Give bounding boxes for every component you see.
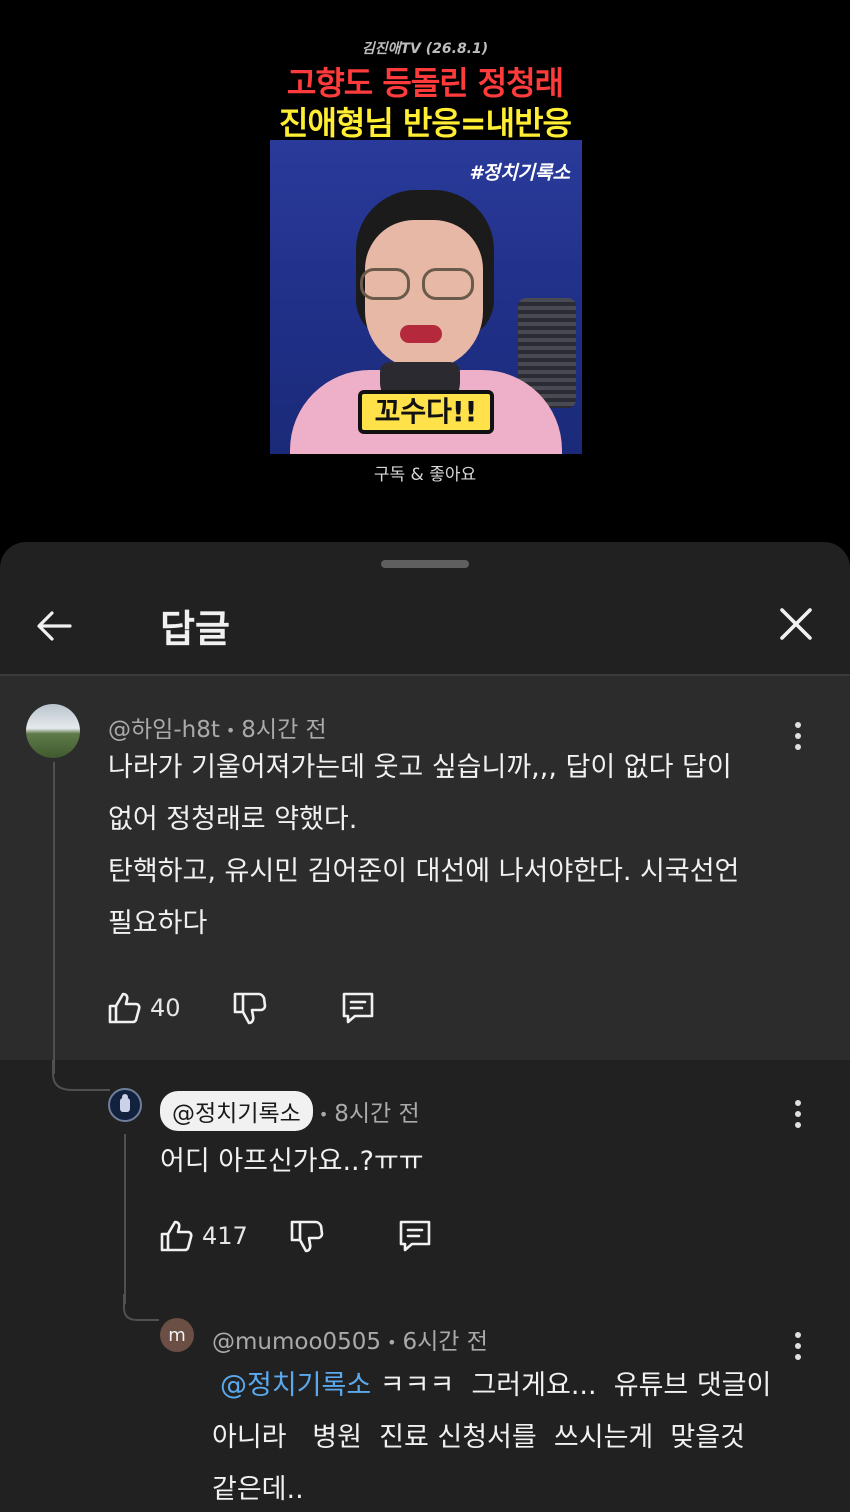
comment-text: @정치기록소 ㅋㅋㅋ 그러게요... 유튜브 댓글이 아니라 병원 진료 신청서…: [212, 1370, 772, 1505]
avatar[interactable]: m: [160, 1318, 194, 1352]
like-count: 40: [150, 994, 181, 1022]
avatar[interactable]: [26, 704, 80, 758]
avatar[interactable]: [108, 1088, 142, 1122]
dislike-button[interactable]: [288, 1218, 324, 1254]
more-vert-icon: [795, 1332, 801, 1338]
dislike-button[interactable]: [231, 990, 267, 1026]
reply-button[interactable]: [339, 989, 377, 1027]
more-vert-icon: [795, 722, 801, 728]
video-channel-tag: 김진애TV (26.8.1): [361, 41, 489, 57]
comment-time: 6시간 전: [402, 1329, 488, 1355]
mention-link[interactable]: @정치기록소: [220, 1370, 371, 1401]
video-hashtag: #정치기록소: [469, 162, 570, 184]
replies-sheet: 답글 @하임-h8t • 8시간 전 나라가 기울어져가는데 웃고 싶습니까,,, …: [0, 542, 850, 1512]
like-button[interactable]: 417: [158, 1218, 248, 1254]
thumb-down-icon: [233, 992, 266, 1025]
like-count: 417: [202, 1222, 248, 1250]
reply-button[interactable]: [396, 1217, 434, 1255]
video-headline-2: 진애형님 반응=내반응: [279, 104, 572, 142]
arrow-left-icon: [37, 611, 72, 641]
thread-connector: [52, 1060, 110, 1091]
back-button[interactable]: [28, 600, 80, 652]
comment-actions: 417: [158, 1216, 434, 1256]
avatar-letter: m: [168, 1324, 186, 1346]
comment-meta: @정치기록소 • 8시간 전: [160, 1091, 420, 1131]
thumb-down-icon: [290, 1220, 324, 1253]
video-caption: 꼬수다!!: [358, 390, 494, 434]
more-vert-icon: [795, 1100, 801, 1106]
thread-connector: [123, 1294, 159, 1321]
video-player[interactable]: 김진애TV (26.8.1) 고향도 등돌린 정청래 진애형님 반응=내반응 #…: [0, 0, 850, 540]
comment-menu-button[interactable]: [786, 1094, 810, 1134]
comment-meta: @mumoo0505 • 6시간 전: [212, 1329, 488, 1355]
comment-actions: 40: [106, 988, 377, 1028]
close-button[interactable]: [770, 598, 822, 650]
close-icon: [780, 608, 812, 640]
subscribe-text: 구독 & 좋아요: [373, 465, 477, 485]
thumb-up-icon: [108, 992, 141, 1024]
like-button[interactable]: 40: [106, 990, 181, 1026]
comment-author[interactable]: @하임-h8t: [108, 717, 220, 743]
comment-meta: @하임-h8t • 8시간 전: [108, 717, 327, 743]
glasses-left: [360, 268, 410, 300]
thread-line: [53, 762, 55, 1074]
person-mouth: [400, 325, 442, 343]
comment-author[interactable]: @mumoo0505: [212, 1329, 381, 1355]
comment-time: 8시간 전: [334, 1101, 420, 1127]
drag-handle[interactable]: [381, 560, 469, 568]
video-frame: #정치기록소 꼬수다!!: [270, 140, 582, 454]
sheet-header: 답글: [0, 582, 850, 674]
thread-line: [124, 1134, 126, 1304]
sheet-title: 답글: [160, 607, 230, 651]
glasses-right: [422, 268, 474, 300]
channel-logo-icon: [120, 1094, 130, 1112]
comment-text: 어디 아프신가요..?ㅠㅠ: [160, 1146, 424, 1177]
reply-icon: [342, 992, 373, 1024]
comment-time: 8시간 전: [241, 717, 327, 743]
comment-text: 나라가 기울어져가는데 웃고 싶습니까,,, 답이 없다 답이 없어 정청래로 …: [108, 752, 740, 939]
thumb-up-icon: [160, 1220, 193, 1252]
reply-icon: [399, 1220, 431, 1252]
comment-author[interactable]: @정치기록소: [160, 1091, 313, 1131]
comment-parent: @하임-h8t • 8시간 전 나라가 기울어져가는데 웃고 싶습니까,,, 답이 …: [0, 676, 850, 1060]
